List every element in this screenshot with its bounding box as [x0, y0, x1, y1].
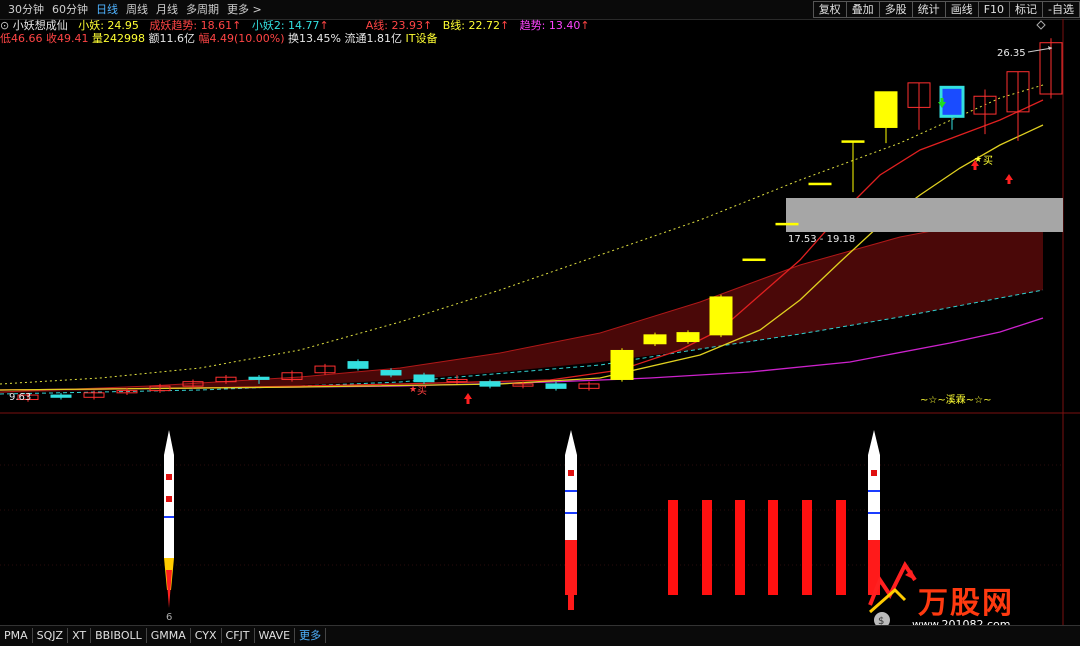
candle	[545, 381, 567, 391]
candle	[50, 392, 72, 400]
price-zone-box	[786, 198, 1063, 232]
candle	[1006, 71, 1030, 141]
svg-text:★: ★	[409, 385, 417, 395]
candle-body	[545, 383, 567, 389]
tab-bbiboll[interactable]: BBIBOLL	[91, 628, 147, 643]
candle-body	[775, 222, 799, 226]
diamond-icon	[1036, 20, 1046, 30]
svg-text:$: $	[878, 616, 884, 625]
tab-gmma[interactable]: GMMA	[147, 628, 191, 643]
candle	[973, 89, 997, 135]
channel-fill	[0, 210, 1043, 393]
up-arrow-icon	[464, 393, 472, 404]
candle	[907, 82, 931, 130]
candle-body	[248, 376, 270, 380]
kline-chart[interactable]: ★ ★ $	[0, 0, 1080, 625]
buy-signal-label: 买	[983, 156, 993, 167]
up-arrow-icon	[1005, 174, 1013, 184]
candle-body	[874, 91, 898, 128]
tab-xt[interactable]: XT	[68, 628, 92, 643]
candle-body	[347, 361, 369, 369]
candle	[1039, 38, 1063, 99]
tab-wave[interactable]: WAVE	[255, 628, 296, 643]
logo-text: 万股网	[918, 586, 1014, 621]
candle-body	[380, 370, 402, 376]
candle	[709, 294, 733, 338]
grid-lines	[0, 464, 1063, 566]
candle	[578, 381, 600, 391]
candle-body	[709, 296, 733, 336]
candle-body	[939, 85, 965, 118]
indicator-tabs-bar: PMA SQJZ XT BBIBOLL GMMA CYX CFJT WAVE 更…	[0, 625, 1080, 646]
candle-body	[479, 381, 501, 387]
tab-cyx[interactable]: CYX	[191, 628, 222, 643]
indicator-tabs: PMA SQJZ XT BBIBOLL GMMA CYX CFJT WAVE 更…	[0, 628, 327, 643]
tab-cfjt[interactable]: CFJT	[222, 628, 255, 643]
rocket-signal-1	[164, 430, 174, 608]
candle-body	[808, 182, 832, 186]
candle-body	[676, 332, 700, 343]
zone-range-label: 17.53 - 19.18	[788, 234, 856, 245]
buy-signal-label-left: 买	[417, 386, 427, 397]
candle	[643, 332, 667, 346]
candle-body	[610, 349, 634, 380]
tab-more-indicators[interactable]: 更多	[295, 628, 327, 643]
candle	[841, 140, 865, 193]
candle-body	[841, 140, 865, 143]
sub-axis-label: 6	[166, 612, 173, 623]
yellow-dotted-line	[0, 84, 1044, 385]
candle	[775, 222, 799, 226]
rocket-signal-3	[868, 430, 880, 595]
low-price-label: 9.63	[9, 392, 32, 403]
candle	[874, 91, 898, 144]
rocket-signal-2	[565, 430, 577, 610]
star-icon: ★	[409, 385, 417, 395]
star-icon: ★	[974, 155, 982, 165]
candle	[610, 348, 634, 382]
tab-pma[interactable]: PMA	[0, 628, 33, 643]
red-signal-bars	[668, 500, 846, 595]
candle-body	[643, 334, 667, 345]
candle	[742, 258, 766, 262]
candle	[347, 359, 369, 371]
candle-body	[413, 374, 435, 383]
candle-body	[742, 258, 766, 262]
candle	[808, 182, 832, 186]
candle	[676, 330, 700, 344]
candle	[314, 363, 336, 375]
watermark-text: ~☆~溪霖~☆~	[920, 395, 992, 406]
candle-body	[50, 394, 72, 398]
tab-sqjz[interactable]: SQJZ	[33, 628, 69, 643]
high-price-label: 26.35	[997, 48, 1026, 59]
svg-text:★: ★	[974, 155, 982, 165]
